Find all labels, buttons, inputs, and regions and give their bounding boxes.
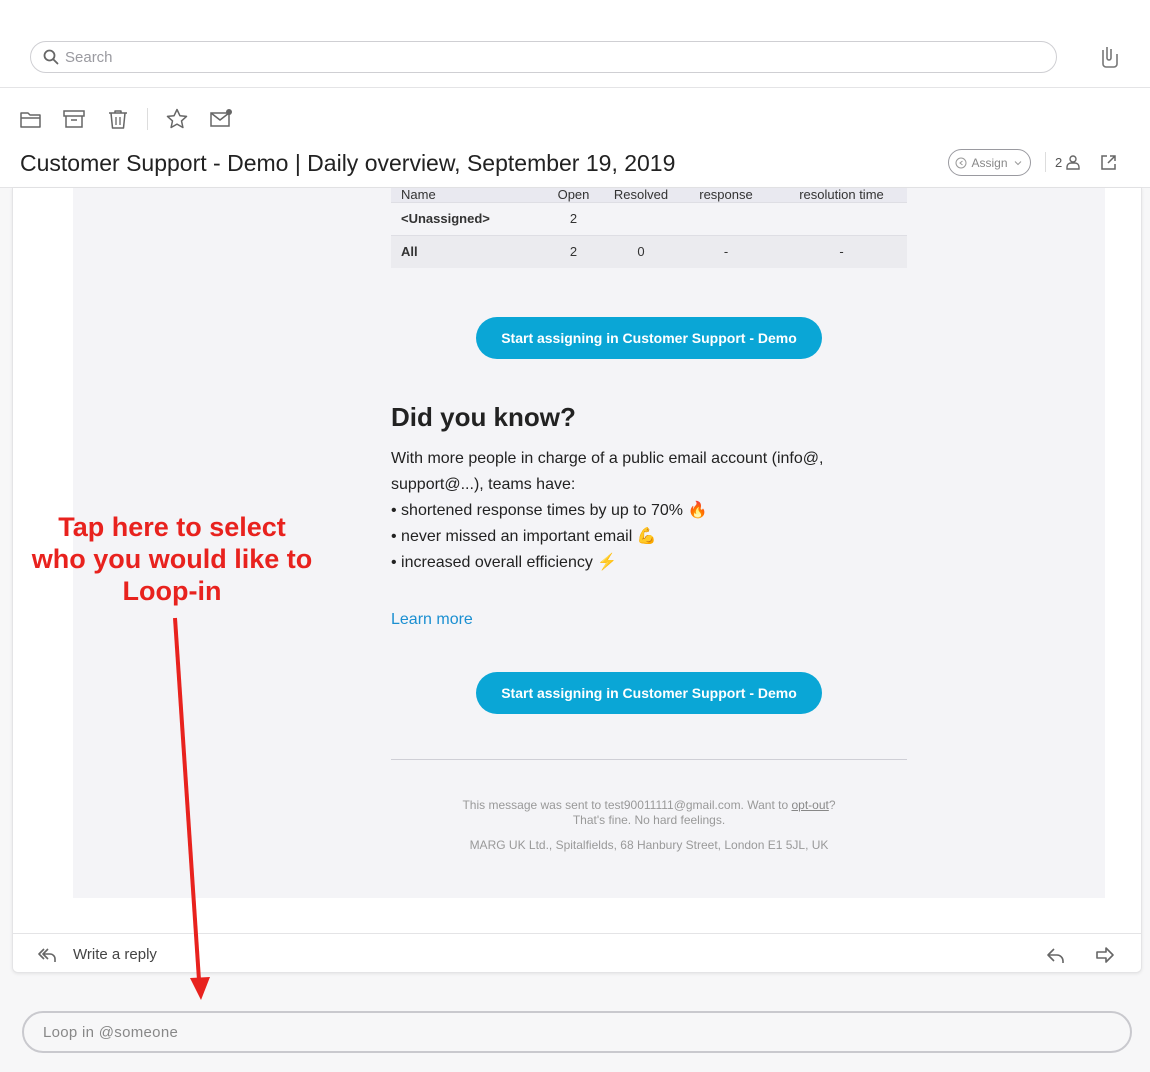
para-line: • increased overall efficiency ⚡ (391, 554, 618, 571)
table-row: <Unassigned> 2 (391, 201, 907, 235)
table-header: Name (391, 188, 541, 202)
para-line: • shortened response times by up to 70% … (391, 502, 708, 519)
table-header: Open (541, 188, 606, 202)
table-cell: All (391, 234, 541, 268)
star-button[interactable] (165, 107, 189, 131)
archive-button[interactable] (62, 107, 86, 131)
footer-sent-prefix: This message was sent to test90011111@gm… (462, 798, 792, 812)
did-you-know-text: With more people in charge of a public e… (391, 446, 907, 576)
reply-bar[interactable]: Write a reply (13, 933, 1141, 972)
opt-out-link[interactable]: opt-out (791, 798, 828, 812)
reply-all-icon (38, 948, 56, 962)
did-you-know-heading: Did you know? (391, 402, 576, 432)
table-header: response (676, 188, 776, 202)
table-cell: 2 (541, 234, 606, 268)
star-icon (166, 108, 188, 129)
table-cell: <Unassigned> (391, 201, 541, 235)
table-cell (676, 201, 776, 235)
attachments-icon[interactable] (1098, 44, 1120, 68)
stats-table: Name Open Resolved response resolution t… (391, 188, 907, 268)
reply-icon[interactable] (1046, 945, 1066, 965)
conversation-toolbar: Customer Support - Demo | Daily overview… (0, 88, 1150, 188)
table-header: resolution time (776, 188, 907, 202)
assign-icon (955, 157, 967, 168)
toolbar-divider (1045, 152, 1046, 172)
trash-icon (109, 110, 127, 129)
footer-address: MARG UK Ltd., Spitalfields, 68 Hanbury S… (469, 838, 829, 852)
participants-count: 2 (1055, 154, 1063, 170)
para-line: support@...), teams have: (391, 476, 576, 493)
app-window: Customer Support - Demo | Daily overview… (0, 0, 1150, 1072)
chevron-down-icon (1014, 160, 1021, 165)
write-reply-label[interactable]: Write a reply (73, 946, 157, 963)
top-bar (0, 0, 1150, 88)
mark-unread-icon (210, 109, 232, 127)
footer-divider (391, 759, 907, 760)
folder-icon (20, 112, 41, 128)
table-cell (606, 201, 676, 235)
footer-sent-line: This message was sent to test90011111@gm… (391, 798, 907, 812)
assign-button[interactable]: Assign (948, 149, 1031, 176)
search-input[interactable] (65, 48, 965, 66)
learn-more-link[interactable]: Learn more (391, 611, 473, 629)
footer-sent-suffix: ? (828, 798, 836, 812)
search-box[interactable] (30, 41, 1057, 73)
toolbar-divider (147, 108, 148, 130)
footer-line-2: That's fine. No hard feelings. (572, 813, 726, 827)
table-cell: - (776, 234, 907, 268)
move-to-folder-button[interactable] (19, 107, 43, 131)
annotation-text: Tap here to select who you would like to… (31, 512, 313, 606)
table-cell (776, 201, 907, 235)
table-cell: - (676, 234, 776, 268)
table-cell: 2 (541, 201, 606, 235)
para-line: With more people in charge of a public e… (391, 450, 824, 467)
search-icon (43, 49, 59, 65)
archive-icon (63, 110, 85, 128)
para-line: • never missed an important email 💪 (391, 528, 657, 545)
conversation-title: Customer Support - Demo | Daily overview… (20, 150, 676, 176)
table-row: All 2 0 - - (391, 234, 907, 268)
forward-icon[interactable] (1095, 945, 1115, 965)
mark-unread-button[interactable] (209, 107, 233, 131)
loop-in-box[interactable] (22, 1011, 1132, 1053)
loop-in-input[interactable] (43, 1023, 1043, 1041)
start-assigning-button[interactable]: Start assigning in Customer Support - De… (476, 672, 822, 714)
user-icon (1066, 155, 1080, 170)
start-assigning-button[interactable]: Start assigning in Customer Support - De… (476, 317, 822, 359)
table-header: Resolved (606, 188, 676, 202)
participants-button[interactable]: 2 (1055, 154, 1081, 170)
open-external-icon[interactable] (1100, 154, 1117, 171)
assign-label: Assign (971, 155, 1008, 170)
delete-button[interactable] (106, 107, 130, 131)
table-cell: 0 (606, 234, 676, 268)
